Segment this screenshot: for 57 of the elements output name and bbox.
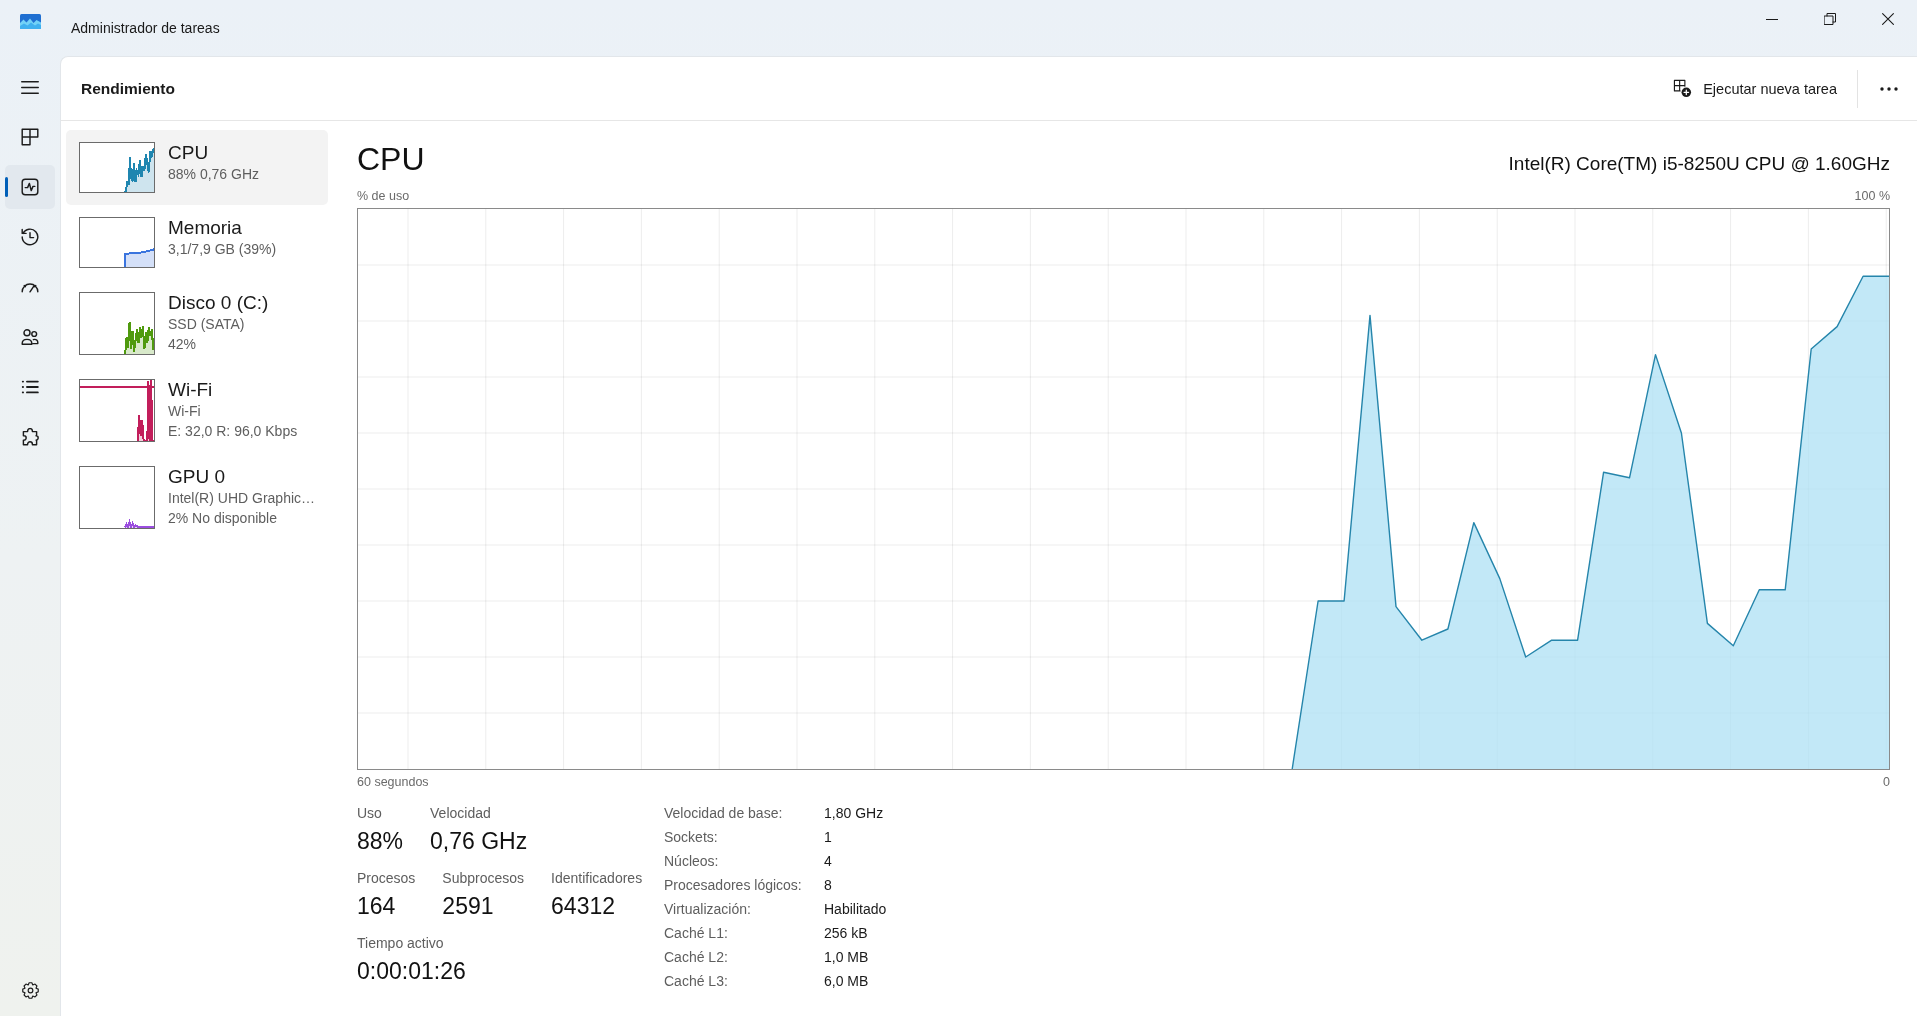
stat-label: Tiempo activo (357, 934, 445, 953)
tiles-icon (21, 128, 39, 146)
device-item[interactable]: Wi-Fi Wi-Fi E: 32,0 R: 96,0 Kbps (66, 367, 328, 454)
spec-label: Sockets: (664, 829, 719, 845)
spec-value: 256 kB (824, 925, 869, 941)
settings-icon (21, 981, 39, 999)
time-label: 0 (1883, 774, 1890, 790)
more-icon (1880, 86, 1898, 91)
run-new-task-button[interactable]: Ejecutar nueva tarea (1661, 68, 1849, 109)
graph-label: % de uso (357, 188, 410, 204)
time-label: 60 segundos (357, 774, 429, 790)
minimize-icon (1766, 18, 1778, 20)
stat-value: 64312 (551, 892, 617, 921)
window-plus-icon (1673, 79, 1693, 98)
stat-value: 88% (357, 827, 404, 856)
spec-value: 4 (824, 853, 833, 869)
device-item[interactable]: CPU 88% 0,76 GHz (66, 130, 328, 205)
pulse-icon (21, 178, 39, 196)
stat-label: Velocidad (430, 804, 492, 823)
spec-value: Habilitado (824, 901, 887, 917)
menu-icon (21, 80, 39, 94)
app-icon (19, 14, 41, 29)
spec-value: 6,0 MB (824, 973, 870, 989)
device-title: CPU (357, 140, 425, 179)
window-title: Administrador de tareas (71, 19, 220, 38)
stat-label: Identificadores (551, 869, 643, 888)
users-icon (21, 328, 39, 346)
nav-tab[interactable] (5, 165, 55, 209)
spec-label: Caché L3: (664, 973, 729, 989)
processor-name: Intel(R) Core(TM) i5-8250U CPU @ 1.60GHz (1508, 153, 1890, 175)
stat-label: Uso (357, 804, 383, 823)
stat-label: Procesos (357, 869, 416, 888)
device-item[interactable]: Memoria 3,1/7,9 GB (39%) (66, 205, 328, 280)
spec-value: 1,80 GHz (824, 805, 885, 821)
device-item[interactable]: Disco 0 (C:) SSD (SATA) 42% (66, 280, 328, 367)
stat-value: 0,76 GHz (430, 827, 528, 856)
close-icon (1882, 13, 1894, 25)
spec-label: Velocidad de base: (664, 805, 784, 821)
scale-label: 100 % (1854, 188, 1890, 204)
device-item[interactable]: GPU 0 Intel(R) UHD Graphic… 2% No disponible (66, 454, 328, 541)
spec-label: Caché L1: (664, 925, 729, 941)
spec-value: 1 (824, 829, 833, 845)
spec-value: 8 (824, 877, 833, 893)
page-title: Rendimiento (81, 78, 175, 99)
history-icon (21, 228, 39, 246)
stat-value: 164 (357, 892, 397, 921)
spec-label: Caché L2: (664, 949, 729, 965)
stat-value: 0:00:01:26 (357, 957, 466, 986)
stat-value: 2591 (442, 892, 495, 921)
spec-value: 1,0 MB (824, 949, 870, 965)
spec-label: Núcleos: (664, 853, 720, 869)
spec-label: Procesadores lógicos: (664, 877, 803, 893)
stat-label: Subprocesos (442, 869, 525, 888)
restore-icon (1824, 13, 1836, 25)
list-icon (21, 378, 39, 396)
spec-label: Virtualización: (664, 901, 752, 917)
puzzle-icon (21, 428, 39, 446)
